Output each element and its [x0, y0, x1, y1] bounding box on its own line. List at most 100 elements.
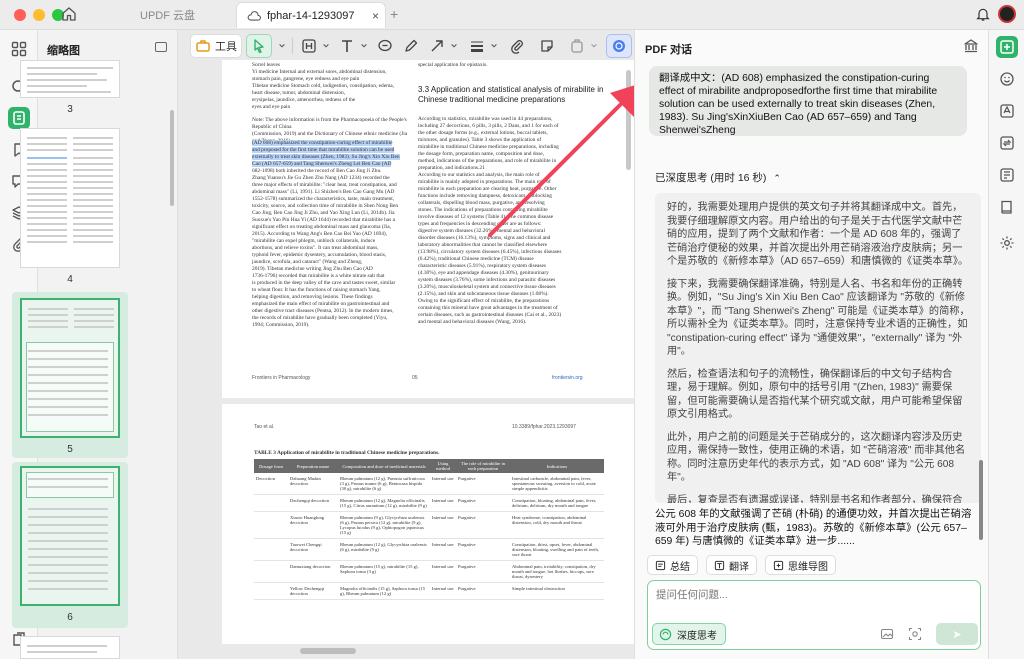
- tab-updf-cloud[interactable]: UPDF 云盘: [134, 2, 232, 28]
- select-dropdown-chevron-icon[interactable]: [276, 34, 288, 58]
- right-column-body: According to statistics, mirabilite was …: [418, 116, 562, 325]
- ocr-icon: [1000, 104, 1014, 118]
- screenshot-icon[interactable]: [908, 627, 922, 641]
- home-icon[interactable]: [60, 5, 78, 23]
- sticker-panel-button[interactable]: [996, 68, 1018, 90]
- deep-think-header[interactable]: 已深度思考 (用时 16 秒) ⌃: [655, 170, 781, 185]
- text-dropdown-chevron-icon[interactable]: [358, 34, 370, 58]
- panel-collapse-icon[interactable]: [155, 42, 167, 52]
- book-icon: [1001, 200, 1012, 214]
- mind-map-button[interactable]: 思维导图: [765, 555, 836, 575]
- convert-button[interactable]: [996, 132, 1018, 154]
- send-button[interactable]: ➤: [936, 623, 978, 645]
- image-upload-icon[interactable]: [880, 627, 894, 641]
- toolbox-icon: [196, 40, 210, 52]
- deep-think-label: 已深度思考 (用时 16 秒): [655, 172, 767, 184]
- redact-button[interactable]: [996, 164, 1018, 186]
- summarize-button[interactable]: 总结: [647, 555, 698, 575]
- bell-icon[interactable]: [975, 6, 991, 22]
- thumbnails-grid-button[interactable]: [8, 38, 30, 60]
- table-row: Yellow Dachengqi decoction Magnolia offic…: [254, 582, 604, 600]
- comment-tool-button[interactable]: [374, 34, 396, 58]
- document-horizontal-scrollbar[interactable]: [300, 648, 356, 654]
- thumbnail-page-selected[interactable]: [20, 466, 120, 606]
- knowledge-base-icon[interactable]: [963, 38, 979, 54]
- sticker-tool-button[interactable]: [536, 34, 558, 58]
- page-left-table-fragment: Sorrel leaves Yi medicine Internal and e…: [252, 62, 408, 144]
- book-button[interactable]: [996, 196, 1018, 218]
- left-column-body: 682-1098) both inherited the record of B…: [252, 168, 399, 328]
- thumbnail-page[interactable]: [20, 636, 120, 659]
- title-bar: UPDF 云盘 fphar-14-1293097 × +: [0, 0, 1024, 30]
- section-heading: 3.3 Application and statistical analysis…: [418, 85, 604, 104]
- ai-assistant-button[interactable]: [606, 34, 632, 58]
- new-tab-button[interactable]: +: [390, 6, 398, 22]
- convert-icon: [1000, 136, 1014, 150]
- summary-icon: [655, 560, 666, 570]
- thumbnail-page[interactable]: [20, 60, 120, 98]
- stamp-dropdown-chevron-icon[interactable]: [588, 34, 600, 58]
- chat-scrollbar[interactable]: [979, 460, 983, 540]
- translate-icon: [714, 560, 725, 570]
- pen-icon: [405, 39, 418, 52]
- document-page[interactable]: Sorrel leaves Yi medicine Internal and e…: [222, 60, 634, 398]
- chat-input[interactable]: [656, 587, 956, 603]
- collapse-chevron-icon[interactable]: ⌃: [773, 173, 781, 183]
- arrow-tool-button[interactable]: [426, 34, 448, 58]
- thumbnail-page[interactable]: [20, 128, 120, 268]
- tools-label: 工具: [215, 41, 237, 53]
- reasoning-paragraph: 接下来，我需要确保翻译准确，特别是人名、书名和年份的正确转换。例如，"Su Ji…: [667, 278, 970, 358]
- thumbnail-page-number: 5: [67, 444, 73, 455]
- user-message: 翻译成中文：(AD 608) emphasized the constipati…: [649, 66, 967, 136]
- document-vertical-scrollbar[interactable]: [626, 70, 631, 170]
- thumbnail-page-number: 6: [67, 612, 73, 623]
- heading-dropdown-chevron-icon[interactable]: [320, 34, 332, 58]
- pen-tool-button[interactable]: [400, 34, 422, 58]
- window-minimize-button[interactable]: [33, 9, 45, 21]
- table-row: Decoction Dahuang Mudan decoction Rheum pa…: [254, 473, 604, 495]
- settings-button[interactable]: [996, 232, 1018, 254]
- attach-tool-button[interactable]: [506, 34, 528, 58]
- toolbar-divider: [292, 38, 293, 54]
- thumbnail-scrollbar[interactable]: [170, 110, 174, 206]
- document-page[interactable]: Tao et al. 10.3389/fphar.2023.1293097 TA…: [222, 404, 634, 644]
- cloud-icon: [247, 11, 261, 21]
- translate-button[interactable]: 翻译: [706, 555, 757, 575]
- smiley-icon: [1000, 72, 1014, 86]
- footer-page-number: 05: [412, 375, 418, 381]
- right-tool-rail: [988, 30, 1024, 659]
- highlighted-selection[interactable]: (AD 608) emphasized the constipation-cur…: [252, 140, 414, 168]
- line-dropdown-chevron-icon[interactable]: [488, 34, 500, 58]
- tab-close-icon[interactable]: ×: [372, 9, 379, 23]
- deep-think-toggle[interactable]: 深度思考: [652, 623, 726, 645]
- paperclip-icon: [511, 40, 523, 54]
- ai-chat-button[interactable]: [996, 36, 1018, 58]
- ocr-button[interactable]: [996, 100, 1018, 122]
- redact-icon: [1000, 168, 1014, 182]
- tools-button[interactable]: 工具: [190, 34, 242, 58]
- thumbnail-page-selected[interactable]: [20, 298, 120, 438]
- tab-document[interactable]: fphar-14-1293097 ×: [236, 2, 386, 28]
- table-row: Damuxiang decoction Rheum palmatum (15 g)…: [254, 560, 604, 583]
- arrow-dropdown-chevron-icon[interactable]: [448, 34, 460, 58]
- heading-tool-button[interactable]: [298, 34, 320, 58]
- stamp-tool-button[interactable]: [566, 34, 588, 58]
- page-header-doi: 10.3389/fphar.2023.1293097: [512, 424, 576, 430]
- window-close-button[interactable]: [14, 9, 26, 21]
- line-weight-icon: [471, 41, 483, 52]
- line-style-button[interactable]: [466, 34, 488, 58]
- arrow-icon: [431, 40, 443, 52]
- grid-icon: [11, 41, 27, 57]
- ai-orb-icon: [613, 40, 625, 52]
- reasoning-paragraph: 然后，检查语法和句子的流畅性，确保翻译后的中文句子结构合理，易于理解。例如，原句…: [667, 368, 963, 421]
- chat-plus-icon: [1000, 40, 1014, 54]
- reasoning-paragraph: 好的，我需要处理用户提供的英文句子并将其翻译成中文。首先，我要仔细理解原文内容。…: [667, 202, 969, 267]
- text-tool-button[interactable]: [336, 34, 358, 58]
- footer-site-link[interactable]: frontiersin.org: [552, 375, 583, 381]
- select-tool-button[interactable]: [246, 34, 272, 58]
- avatar[interactable]: [998, 5, 1016, 23]
- chat-input-box[interactable]: 深度思考 ➤: [647, 580, 981, 650]
- speech-bubble-icon: [378, 39, 392, 52]
- table-row: Xiaoxi Huanglong decoction Rheum palmatum…: [254, 511, 604, 539]
- thumbnails-title: 缩略图: [47, 45, 80, 57]
